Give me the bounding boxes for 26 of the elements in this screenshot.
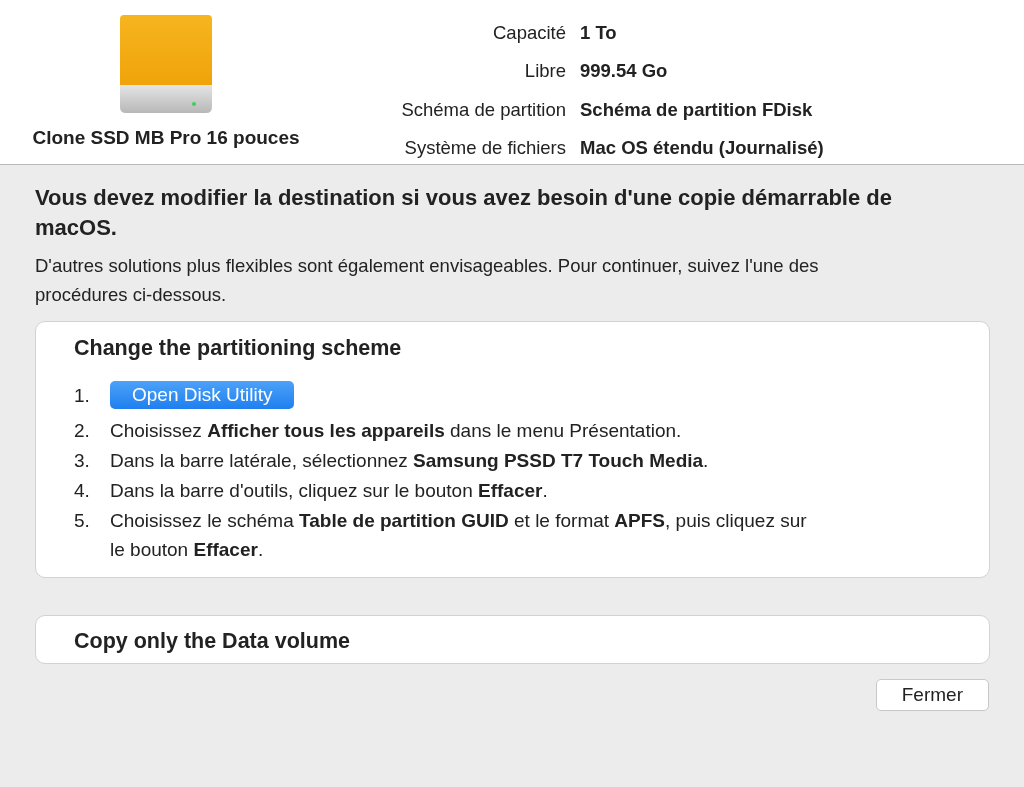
drive-icon	[118, 15, 214, 115]
info-label: Schéma de partition	[400, 98, 566, 122]
close-button[interactable]: Fermer	[875, 679, 989, 711]
section-title[interactable]: Change the partitioning scheme	[74, 336, 969, 361]
step-text: Choisissez Afficher tous les appareils dans le menu Présentation.	[110, 419, 683, 443]
section-card[interactable]: Copy only the Data volume	[35, 615, 990, 664]
step-number: 2.	[74, 419, 91, 443]
info-value: Schéma de partition FDisk	[580, 98, 814, 122]
info-label: Capacité	[492, 22, 566, 45]
drive-name: Clone SSD MB Pro 16 pouces	[32, 127, 300, 149]
step-number: 5.	[74, 509, 91, 533]
warning-title: Vous devez modifier la destination si vous avez besoin d'une copie démarrable de macOS.	[35, 184, 893, 242]
warning-text: D'autres solutions plus flexibles sont également envisageables. Pour continuer, suivez l'une des procédures ci-dessous.	[35, 254, 820, 307]
info-label: Système de fichiers	[403, 136, 566, 160]
info-value: Mac OS étendu (Journalisé)	[580, 136, 824, 160]
step-number: 3.	[74, 449, 91, 473]
step-text: Dans la barre d'outils, cliquez sur le bouton Effacer.	[110, 479, 549, 503]
info-value: 999.54 Go	[580, 60, 669, 84]
section-title[interactable]: Copy only the Data volume	[74, 629, 969, 654]
info-value: 1 To	[580, 22, 618, 45]
info-label: Libre	[523, 60, 566, 84]
step-number: 4.	[74, 479, 91, 503]
step-text: Dans la barre latérale, sélectionnez Samsung PSSD T7 Touch Media.	[110, 449, 710, 473]
step-number: 1.	[74, 384, 91, 408]
section-card[interactable]	[35, 321, 990, 578]
step-text: Choisissez le schéma Table de partition GUID et le format APFS, puis cliquez sur le bouton Effacer.	[110, 509, 808, 562]
